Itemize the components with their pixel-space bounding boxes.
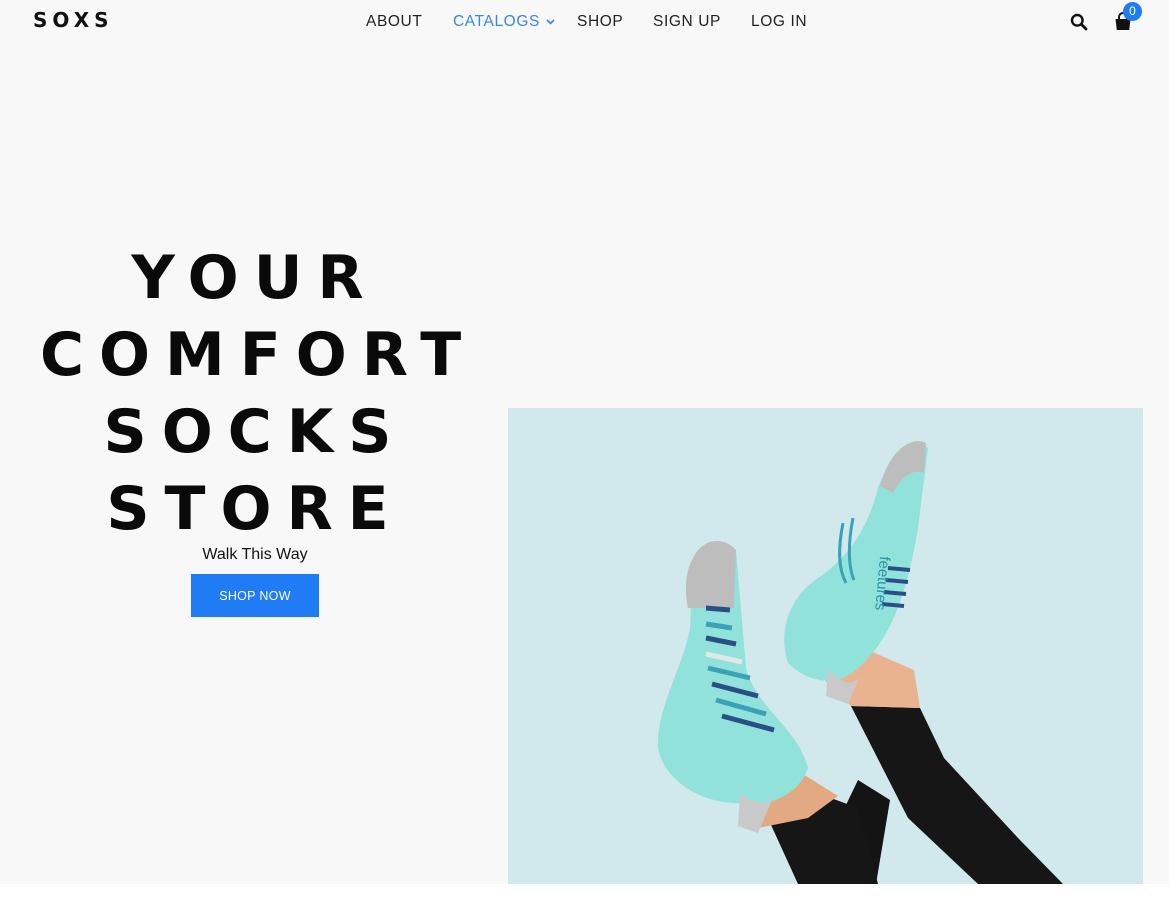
hero-title-line: YOUR [131,243,379,313]
nav-item-label: SIGN UP [653,13,721,30]
nav-item-log-in[interactable]: LOG IN [751,13,807,31]
shop-now-button[interactable]: SHOP NOW [191,574,319,617]
chevron-down-icon [546,19,555,25]
cart-count-badge: 0 [1123,2,1142,21]
hero-title-line: SOCKS [103,397,407,467]
nav-item-label: CATALOGS [453,13,540,30]
nav-item-about[interactable]: ABOUT [366,13,453,31]
socks-illustration: feetures [657,441,1063,884]
nav-item-catalogs[interactable]: CATALOGS [453,13,577,31]
hero-title-line: COMFORT [40,320,477,390]
main-nav: ABOUT CATALOGS SHOP SIGN UP LOG IN [366,12,807,32]
nav-item-label: LOG IN [751,13,808,30]
hero-image: feetures [508,408,1143,884]
nav-item-sign-up[interactable]: SIGN UP [653,13,751,31]
site-logo[interactable]: SOXS [33,8,114,32]
nav-item-shop[interactable]: SHOP [577,13,653,31]
header-actions: 0 [1068,2,1148,36]
hero-subtitle: Walk This Way [202,546,308,563]
nav-item-label: SHOP [577,13,624,30]
nav-item-label: ABOUT [366,13,423,30]
hero-title: YOUR COMFORT SOCKS STORE [40,240,470,548]
hero-title-line: STORE [106,474,404,544]
search-icon[interactable] [1070,13,1088,31]
page: SOXS ABOUT CATALOGS SHOP SIGN UP LOG IN [0,0,1169,884]
